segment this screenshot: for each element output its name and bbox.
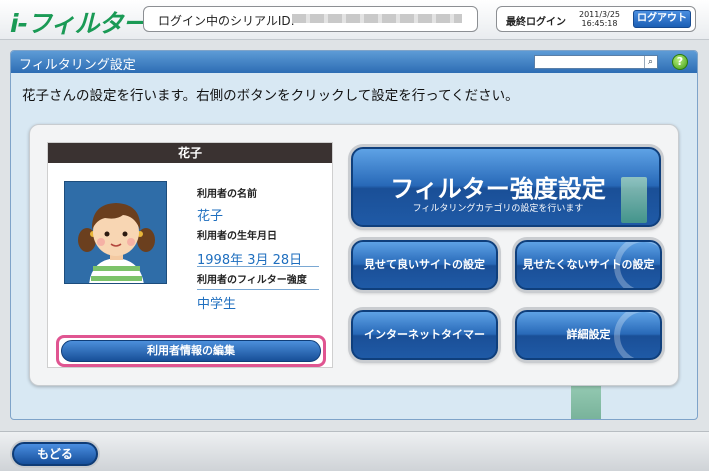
blocked-sites-button[interactable]: 見せたくないサイトの設定 (515, 240, 662, 290)
filtering-settings-panel: フィルタリング設定 ⌕ ? 花子さんの設定を行います。右側のボタンをクリックして… (10, 50, 698, 420)
detail-settings-button-label: 詳細設定 (566, 328, 611, 341)
back-button[interactable]: もどる (12, 442, 98, 466)
avatar-girl-illustration (65, 182, 166, 283)
name-label: 利用者の名前 (197, 189, 257, 200)
last-login-datetime: 2011/3/25 16:45:18 (579, 10, 620, 28)
avatar (64, 181, 167, 284)
edit-user-info-button[interactable]: 利用者情報の編集 (61, 340, 321, 362)
last-login-label: 最終ログイン (506, 17, 566, 28)
logout-button[interactable]: ログアウト (633, 10, 691, 28)
serial-id-box: ログイン中のシリアルID: (143, 6, 478, 32)
name-value: 花子 (197, 209, 224, 224)
decorative-stripe (571, 381, 601, 419)
internet-timer-button[interactable]: インターネットタイマー (351, 310, 498, 360)
detail-settings-button[interactable]: 詳細設定 (515, 310, 662, 360)
search-input[interactable]: ⌕ (534, 55, 658, 69)
settings-frame: 花子 利用者の名前 花子 利用者の生年月日 1998年 3月 28日 利用者のフ… (29, 124, 679, 386)
filter-strength-button-label: フィルター強度設定 (390, 175, 606, 203)
filter-strength-button-sublabel: フィルタリングカテゴリの設定を行います (412, 204, 584, 214)
birthdate-label: 利用者の生年月日 (197, 231, 277, 242)
top-header: i-フィルター ログイン中のシリアルID: 最終ログイン 2011/3/25 1… (0, 0, 709, 40)
app-logo: i-フィルター (10, 9, 147, 38)
divider (197, 266, 319, 267)
serial-label: ログイン中のシリアルID: (158, 14, 295, 28)
user-card-header: 花子 (48, 143, 332, 163)
allowed-sites-button-label: 見せて良いサイトの設定 (364, 258, 485, 271)
help-icon[interactable]: ? (672, 54, 688, 70)
internet-timer-button-label: インターネットタイマー (364, 328, 485, 341)
filter-strength-label: 利用者のフィルター強度 (197, 275, 307, 286)
decorative-ring (614, 242, 660, 288)
panel-header: フィルタリング設定 ⌕ ? (11, 51, 697, 73)
filter-strength-button[interactable]: フィルター強度設定 フィルタリングカテゴリの設定を行います (351, 147, 661, 227)
filter-strength-value: 中学生 (197, 297, 237, 312)
user-card: 花子 利用者の名前 花子 利用者の生年月日 1998年 3月 28日 利用者のフ… (47, 142, 333, 368)
bottom-bar: もどる (0, 431, 709, 471)
serial-id-masked (292, 14, 462, 23)
last-login-date: 2011/3/25 (579, 10, 621, 19)
panel-title: フィルタリング設定 (19, 58, 136, 73)
divider (197, 289, 319, 290)
allowed-sites-button[interactable]: 見せて良いサイトの設定 (351, 240, 498, 290)
search-icon[interactable]: ⌕ (644, 56, 656, 68)
instruction-text: 花子さんの設定を行います。右側のボタンをクリックして設定を行ってください。 (22, 88, 519, 104)
gear-icon (614, 312, 660, 358)
filter-strength-decoration (621, 177, 647, 223)
last-login-time: 16:45:18 (581, 19, 618, 28)
last-login-box: 最終ログイン 2011/3/25 16:45:18 ログアウト (496, 6, 696, 32)
